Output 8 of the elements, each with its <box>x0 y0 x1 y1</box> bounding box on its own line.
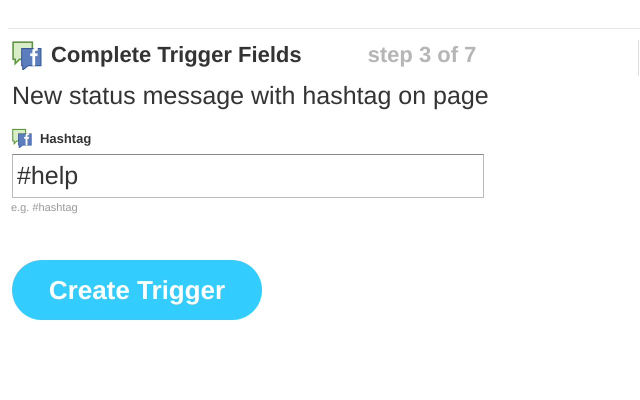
section-title: Complete Trigger Fields <box>51 42 302 68</box>
field-label: Hashtag <box>40 130 92 146</box>
trigger-description: New status message with hashtag on page <box>12 82 490 111</box>
app-icon <box>12 40 42 70</box>
app-icon <box>12 128 32 148</box>
field-hint: e.g. #hashtag <box>11 202 79 214</box>
hashtag-input-field[interactable]: #help <box>12 154 484 198</box>
step-indicator: step 3 of 7 <box>368 42 476 68</box>
